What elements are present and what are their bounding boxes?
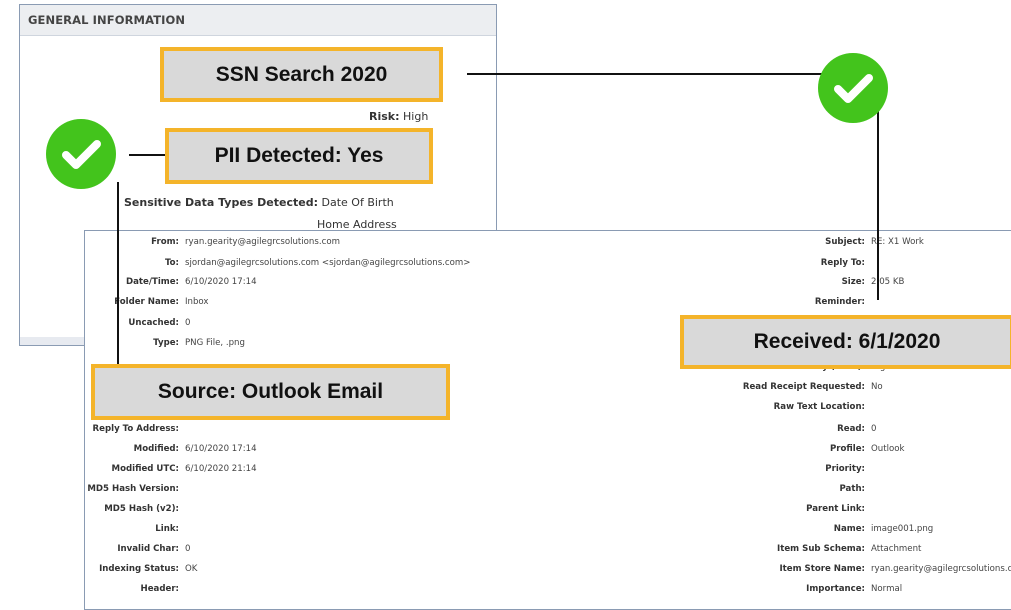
field-value: 0 [871,424,877,434]
field-value: 6/10/2020 21:14 [185,464,257,474]
field-label: Modified: [133,444,179,454]
risk-label: Risk: [369,110,400,123]
risk-row: Risk: High [369,110,428,123]
field-label: Raw Text Location: [773,402,865,412]
check-icon [46,119,116,189]
field-value: Inbox [185,297,209,307]
field-value: ryan.gearity@agilegrcsolutions.com [871,564,1011,574]
field-label: Profile: [829,444,865,454]
connector-line-pii [129,154,165,156]
field-value: ryan.gearity@agilegrcsolutions.com [185,237,340,247]
field-label: MD5 Hash Version: [87,484,179,494]
connector-line-ssn [467,73,837,75]
field-value: PNG File, .png [185,338,245,348]
sensitive-data-value: Date Of Birth [321,196,394,209]
field-value: 2.05 KB [871,277,905,287]
field-label: Link: [155,524,179,534]
field-label: Date/Time: [125,277,179,287]
field-label: Invalid Char: [117,544,179,554]
field-value: No [871,382,883,392]
field-label: Path: [839,484,865,494]
field-label: Uncached: [128,318,179,328]
field-label: Type: [153,338,179,348]
field-label: From: [151,237,179,247]
sensitive-data-label: Sensitive Data Types Detected: [124,196,318,209]
field-label: Item Sub Schema: [777,544,865,554]
field-value: OK [185,564,198,574]
field-label: Read Receipt Requested: [742,382,865,392]
field-label: Importance: [806,584,865,594]
field-label: Reminder: [814,297,865,307]
field-value: 0 [185,318,191,328]
connector-line-source [117,182,119,368]
general-information-header: GENERAL INFORMATION [20,5,496,36]
field-value: image001.png [871,524,934,534]
risk-value: High [403,110,429,123]
field-label: MD5 Hash (v2): [104,504,179,514]
field-label: Read: [837,424,865,434]
field-label: Reply To: [820,258,865,268]
field-label: Item Store Name: [779,564,865,574]
general-information-title: GENERAL INFORMATION [28,13,186,27]
sensitive-data-row: Sensitive Data Types Detected: Date Of B… [124,196,394,209]
field-label: Subject: [825,237,865,247]
item-details-panel: From: ryan.gearity@agilegrcsolutions.com T… [84,230,1011,610]
field-label: To: [164,258,179,268]
field-label: Size: [841,277,865,287]
field-value: Attachment [871,544,922,554]
source-callout: Source: Outlook Email [91,364,450,420]
received-date-callout: Received: 6/1/2020 [680,315,1011,369]
field-label: Modified UTC: [111,464,179,474]
field-value: sjordan@agilegrcsolutions.com <sjordan@a… [185,258,471,268]
field-value: Normal [871,584,903,594]
field-label: Folder Name: [114,297,179,307]
field-value: 6/10/2020 17:14 [185,444,257,454]
field-value: 6/10/2020 17:14 [185,277,257,287]
pii-detected-callout: PII Detected: Yes [165,128,433,184]
field-label: Reply To Address: [92,424,179,434]
field-label: Indexing Status: [99,564,179,574]
ssn-search-callout: SSN Search 2020 [160,47,443,102]
field-value: 0 [185,544,191,554]
field-label: Priority: [825,464,865,474]
field-label: Name: [833,524,865,534]
field-label: Parent Link: [806,504,865,514]
connector-line-received [877,108,879,300]
field-label: Header: [140,584,179,594]
check-icon [818,53,888,123]
field-value: Outlook [871,444,905,454]
